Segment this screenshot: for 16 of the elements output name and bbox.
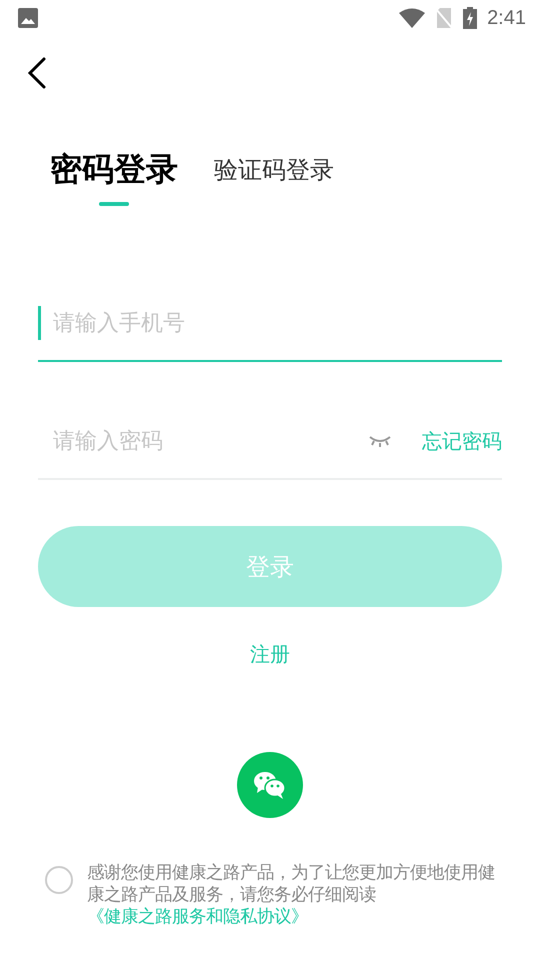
image-icon (18, 8, 38, 28)
status-time: 2:41 (487, 6, 526, 30)
no-sim-icon (435, 7, 454, 29)
privacy-agreement-link[interactable]: 《健康之路服务和隐私协议》 (87, 907, 308, 927)
forgot-password-link[interactable]: 忘记密码 (422, 428, 502, 454)
wifi-icon (399, 8, 426, 28)
agreement-text: 感谢您使用健康之路产品，为了让您更加方便地使用健康之路产品及服务，请您务必仔细阅读 《健康之路服务和隐私协议》 (87, 862, 496, 928)
phone-field[interactable]: 请输入手机号 (38, 306, 502, 340)
password-field[interactable]: 请输入密码 (38, 424, 358, 458)
chat-bubbles-icon (253, 770, 287, 800)
eye-closed-icon[interactable] (368, 434, 392, 448)
login-tab[interactable]: 验证码登录 (214, 154, 334, 208)
battery-charging-icon (463, 7, 478, 29)
agreement-checkbox[interactable] (45, 866, 73, 894)
register-link[interactable]: 注册 (250, 641, 290, 668)
login-tab[interactable]: 密码登录 (50, 148, 178, 214)
